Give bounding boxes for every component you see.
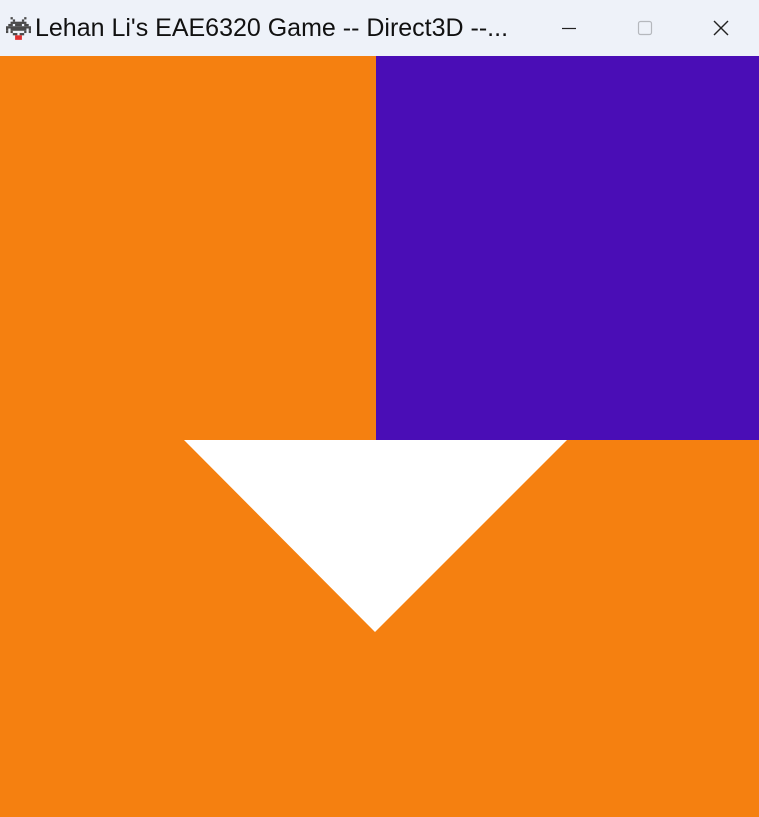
render-viewport[interactable]	[0, 56, 759, 817]
space-invader-icon	[6, 17, 31, 40]
game-window: Lehan Li's EAE6320 Game -- Direct3D --..…	[0, 0, 759, 817]
title-bar[interactable]: Lehan Li's EAE6320 Game -- Direct3D --..…	[0, 0, 759, 56]
scene-canvas	[0, 56, 759, 817]
window-title: Lehan Li's EAE6320 Game -- Direct3D --..…	[35, 14, 509, 42]
purple-rectangle	[376, 56, 759, 440]
maximize-icon	[637, 20, 653, 36]
maximize-button[interactable]	[607, 0, 683, 56]
minimize-icon	[562, 27, 576, 30]
close-button[interactable]	[683, 0, 759, 56]
minimize-button[interactable]	[531, 0, 607, 56]
close-icon	[713, 20, 729, 36]
